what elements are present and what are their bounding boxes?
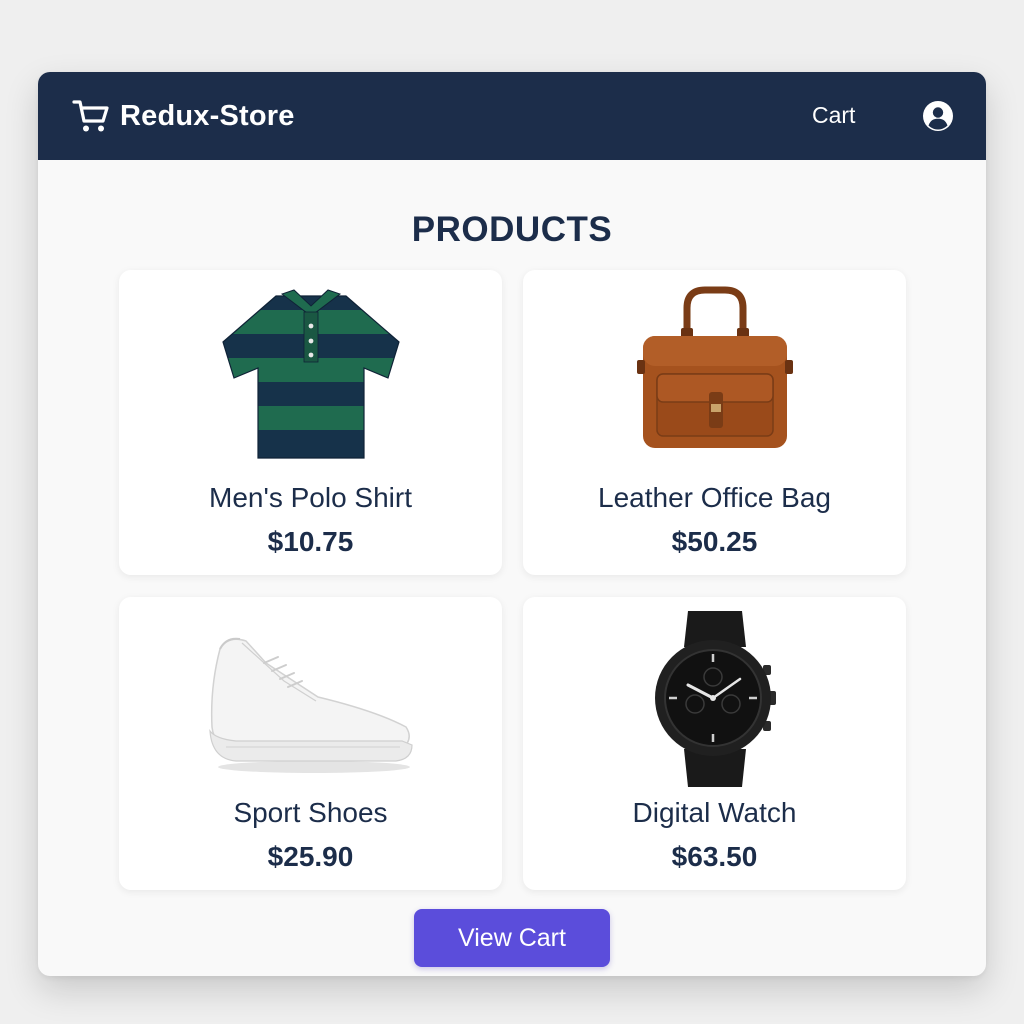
product-card[interactable]: Leather Office Bag $50.25 bbox=[523, 270, 906, 575]
leather-bag-image bbox=[523, 284, 906, 454]
product-price: $50.25 bbox=[671, 526, 758, 557]
product-name: Leather Office Bag bbox=[598, 482, 831, 513]
product-card[interactable]: Sport Shoes $25.90 bbox=[119, 597, 502, 890]
navbar: Redux-Store Cart bbox=[38, 72, 986, 160]
polo-shirt-image bbox=[119, 286, 502, 462]
app-window: Redux-Store Cart PRODUCTS Men's Polo Shi… bbox=[38, 72, 986, 976]
product-price: $25.90 bbox=[267, 841, 354, 872]
wrist-watch-image bbox=[523, 607, 906, 789]
product-name: Digital Watch bbox=[632, 797, 797, 828]
user-account-icon[interactable] bbox=[922, 100, 954, 132]
brand[interactable]: Redux-Store bbox=[72, 96, 295, 136]
brand-name: Redux-Store bbox=[120, 99, 295, 132]
view-cart-button[interactable]: View Cart bbox=[414, 909, 610, 967]
shopping-cart-icon bbox=[72, 97, 110, 135]
product-price: $63.50 bbox=[671, 841, 758, 872]
page-title: PRODUCTS bbox=[411, 210, 613, 249]
product-name: Men's Polo Shirt bbox=[209, 482, 412, 513]
product-name: Sport Shoes bbox=[233, 797, 388, 828]
product-card[interactable]: Digital Watch $63.50 bbox=[523, 597, 906, 890]
nav-cart-link[interactable]: Cart bbox=[812, 102, 855, 129]
sport-shoe-image bbox=[119, 627, 502, 777]
product-price: $10.75 bbox=[267, 526, 354, 557]
product-card[interactable]: Men's Polo Shirt $10.75 bbox=[119, 270, 502, 575]
